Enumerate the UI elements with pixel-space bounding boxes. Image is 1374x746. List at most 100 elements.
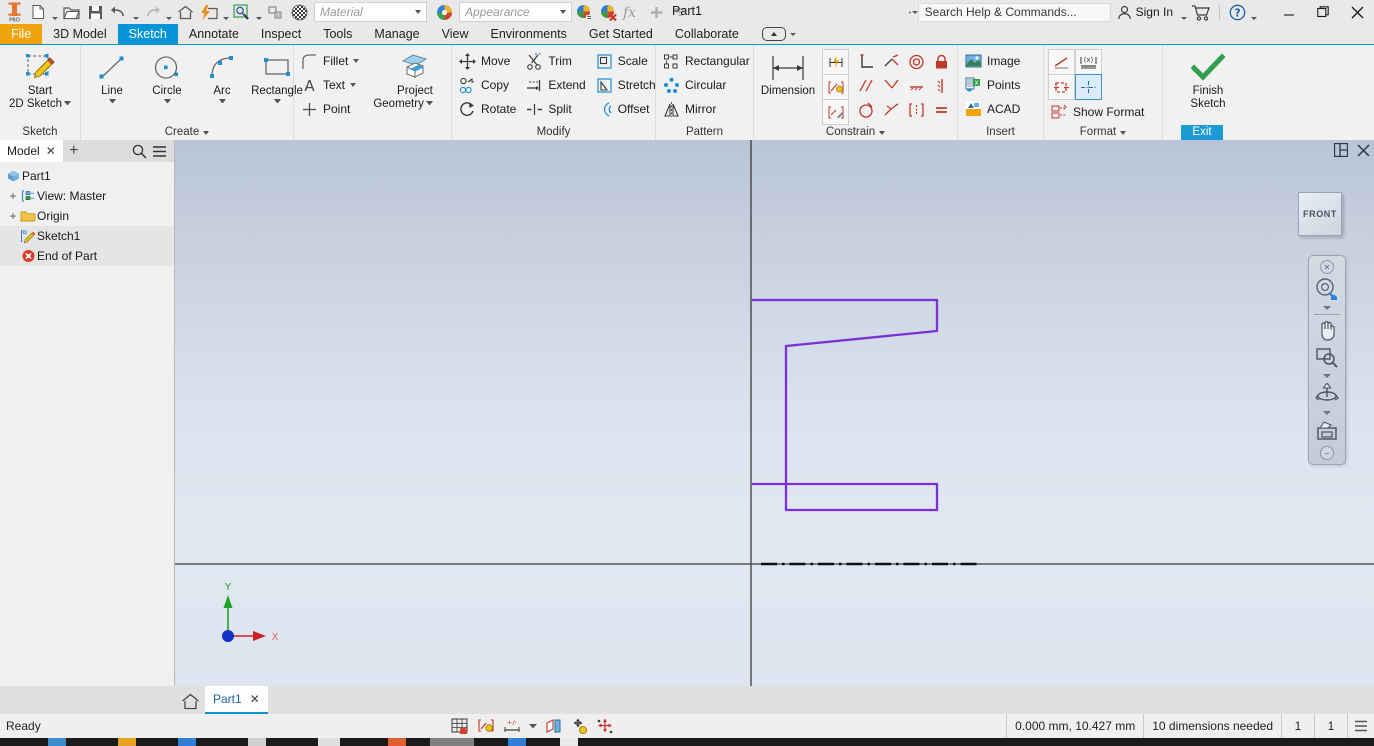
exit-label[interactable]: Exit bbox=[1181, 125, 1223, 140]
text-dropdown-icon[interactable] bbox=[349, 83, 357, 87]
tab-get-started[interactable]: Get Started bbox=[578, 24, 664, 44]
ribbon-minimize-dropdown-icon[interactable] bbox=[789, 23, 798, 45]
tab-3d-model[interactable]: 3D Model bbox=[42, 24, 118, 44]
sketch-canvas[interactable]: Y X bbox=[175, 140, 1374, 693]
mirror-button[interactable]: Mirror bbox=[660, 97, 755, 121]
line-button[interactable]: Line bbox=[85, 49, 139, 108]
expander-icon[interactable]: + bbox=[7, 189, 19, 203]
fix-lock-icon[interactable] bbox=[928, 49, 955, 75]
tab-view[interactable]: View bbox=[431, 24, 480, 44]
taskbar-item[interactable] bbox=[508, 738, 526, 746]
tangent-icon[interactable] bbox=[878, 49, 905, 75]
close-icon[interactable]: ✕ bbox=[250, 692, 260, 706]
close-icon[interactable]: ✕ bbox=[46, 144, 56, 158]
expander-icon[interactable]: + bbox=[7, 209, 19, 223]
taskbar-item[interactable] bbox=[248, 738, 266, 746]
horizontal-icon[interactable] bbox=[903, 73, 930, 99]
create-panel-expand-icon[interactable] bbox=[203, 124, 209, 141]
dimension-button[interactable]: Dimension bbox=[758, 49, 818, 100]
tree-item-part1[interactable]: Part1 bbox=[0, 166, 174, 186]
image-button[interactable]: Image bbox=[962, 49, 1025, 73]
show-constraints-status-icon[interactable] bbox=[476, 716, 496, 736]
fillet-button[interactable]: Fillet bbox=[298, 49, 365, 73]
acad-button[interactable]: ACAD bbox=[962, 97, 1025, 121]
shopping-cart-icon[interactable] bbox=[1188, 1, 1214, 23]
search-icon[interactable] bbox=[130, 142, 148, 160]
navbar-collapse-icon[interactable]: − bbox=[1320, 446, 1334, 460]
help-icon[interactable]: ? bbox=[1225, 1, 1249, 23]
steering-wheel-dropdown-icon[interactable] bbox=[1323, 303, 1331, 312]
orbit-icon[interactable] bbox=[1311, 381, 1343, 407]
project-geometry-button[interactable]: Project Geometry bbox=[369, 49, 437, 112]
symmetric-icon[interactable] bbox=[903, 97, 930, 123]
search-input[interactable]: Search Help & Commands... bbox=[917, 2, 1111, 22]
stretch-button[interactable]: Stretch bbox=[593, 73, 661, 97]
taskbar-item[interactable] bbox=[318, 738, 340, 746]
fillet-dropdown-icon[interactable] bbox=[352, 59, 360, 63]
trim-button[interactable]: Trim bbox=[523, 49, 590, 73]
centerline-icon[interactable] bbox=[1075, 74, 1102, 100]
extend-button[interactable]: Extend bbox=[523, 73, 590, 97]
status-menu-icon[interactable] bbox=[1347, 714, 1374, 738]
point-button[interactable]: Point bbox=[298, 97, 365, 121]
tab-inspect[interactable]: Inspect bbox=[250, 24, 312, 44]
taskbar-item[interactable] bbox=[118, 738, 136, 746]
pan-hand-icon[interactable] bbox=[1311, 317, 1343, 343]
grid-snap-icon[interactable] bbox=[450, 716, 470, 736]
navbar-close-icon[interactable]: ✕ bbox=[1320, 260, 1334, 274]
taskbar-item[interactable] bbox=[560, 738, 578, 746]
smooth-icon[interactable] bbox=[878, 97, 905, 123]
coincident-icon[interactable] bbox=[878, 73, 905, 99]
close-view-icon[interactable] bbox=[1357, 143, 1370, 160]
show-constraints-icon[interactable] bbox=[822, 74, 849, 100]
taskbar-item[interactable] bbox=[178, 738, 196, 746]
line-dropdown-icon[interactable] bbox=[109, 99, 116, 106]
constraint-dof-icon[interactable] bbox=[569, 716, 589, 736]
text-button[interactable]: A Text bbox=[298, 73, 365, 97]
search-expand-icon[interactable] bbox=[909, 1, 918, 23]
tab-tools[interactable]: Tools bbox=[312, 24, 363, 44]
constraint-settings-icon[interactable] bbox=[822, 99, 849, 125]
graphics-viewport[interactable]: Y X FRONT ✕ − bbox=[175, 140, 1374, 693]
finish-sketch-button[interactable]: Finish Sketch bbox=[1181, 49, 1235, 112]
normal-style-icon[interactable] bbox=[1048, 74, 1075, 100]
rotate-button[interactable]: Rotate bbox=[456, 97, 521, 121]
zoom-dropdown-icon[interactable] bbox=[1323, 371, 1331, 380]
tree-item-view-master[interactable]: + View: Master bbox=[0, 186, 174, 206]
equal-radius-icon[interactable] bbox=[853, 97, 880, 123]
start-2d-sketch-button[interactable]: Start 2D Sketch bbox=[5, 49, 75, 112]
perpendicular-icon[interactable] bbox=[853, 49, 880, 75]
tab-environments[interactable]: Environments bbox=[479, 24, 577, 44]
project-geometry-dropdown-icon[interactable] bbox=[426, 101, 433, 108]
arc-button[interactable]: Arc bbox=[195, 49, 249, 108]
tab-sketch[interactable]: Sketch bbox=[117, 24, 178, 44]
concentric-icon[interactable] bbox=[903, 49, 930, 75]
circle-dropdown-icon[interactable] bbox=[164, 99, 171, 106]
taskbar-item[interactable] bbox=[388, 738, 406, 746]
copy-button[interactable]: Copy bbox=[456, 73, 521, 97]
minimize-button[interactable] bbox=[1272, 0, 1306, 24]
tab-collaborate[interactable]: Collaborate bbox=[664, 24, 750, 44]
hamburger-icon[interactable] bbox=[150, 142, 168, 160]
sign-in-button[interactable]: Sign In bbox=[1111, 1, 1179, 23]
parallel-icon[interactable] bbox=[853, 73, 880, 99]
tree-item-end-of-part[interactable]: End of Part bbox=[0, 246, 174, 266]
start-2d-sketch-dropdown-icon[interactable] bbox=[64, 101, 71, 108]
dof-display-icon[interactable] bbox=[595, 716, 615, 736]
browser-tab-model[interactable]: Model ✕ bbox=[0, 140, 63, 162]
close-button[interactable] bbox=[1340, 0, 1374, 24]
taskbar-item[interactable] bbox=[48, 738, 66, 746]
constrain-panel-expand-icon[interactable] bbox=[879, 124, 885, 141]
restore-button[interactable] bbox=[1306, 0, 1340, 24]
points-button[interactable]: X Points bbox=[962, 73, 1025, 97]
dimension-display-dropdown[interactable] bbox=[528, 716, 537, 736]
split-view-icon[interactable] bbox=[1333, 142, 1349, 160]
tab-file[interactable]: File bbox=[0, 24, 43, 44]
split-button[interactable]: Split bbox=[523, 97, 590, 121]
orbit-dropdown-icon[interactable] bbox=[1323, 408, 1331, 417]
show-format-button[interactable]: Show Format bbox=[1048, 100, 1149, 124]
driven-dimension-icon[interactable]: (x) bbox=[1075, 49, 1102, 75]
sign-in-dropdown-icon[interactable] bbox=[1179, 0, 1188, 26]
rectangle-dropdown-icon[interactable] bbox=[274, 99, 281, 106]
arc-dropdown-icon[interactable] bbox=[219, 99, 226, 106]
